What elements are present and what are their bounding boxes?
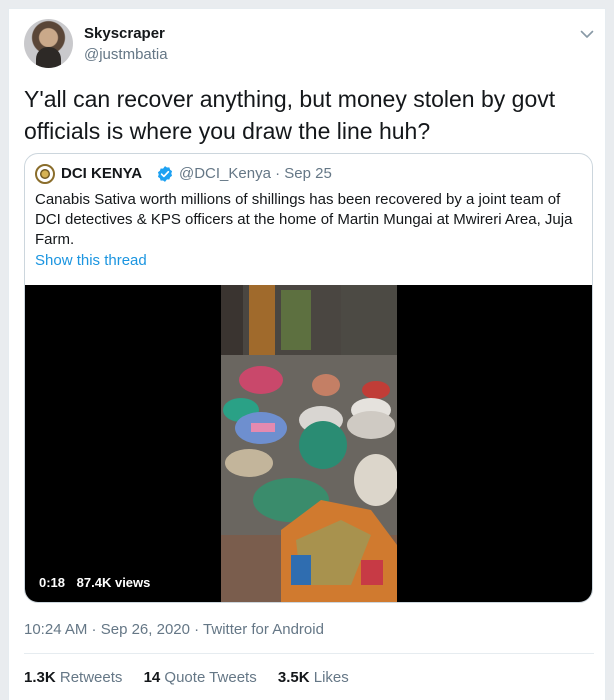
engagement-stats: 1.3K Retweets 14 Quote Tweets 3.5K Likes — [24, 669, 366, 686]
quoted-tweet-date[interactable]: Sep 25 — [284, 165, 332, 182]
video-views: 87.4K views — [76, 575, 151, 590]
tweet-header: Skyscraper @justmbatia — [24, 19, 594, 69]
tweet-card: Skyscraper @justmbatia Y'all can recover… — [8, 8, 606, 700]
quoted-tweet-text: Canabis Sativa worth millions of shillin… — [35, 191, 573, 248]
author-name[interactable]: Skyscraper — [84, 25, 165, 42]
chevron-down-icon[interactable] — [578, 25, 596, 43]
tweet-time[interactable]: 10:24 AM — [24, 621, 87, 638]
quoted-author-meta: @DCI_Kenya · Sep 25 — [179, 165, 332, 182]
avatar[interactable] — [24, 19, 73, 68]
likes-count: 3.5K — [277, 669, 310, 686]
quoted-author-handle: @DCI_Kenya — [179, 165, 271, 182]
quoted-author-name: DCI KENYA — [61, 165, 143, 182]
quote-tweets-stat[interactable]: 14 Quote Tweets — [144, 669, 257, 686]
verified-badge-icon — [157, 166, 173, 182]
tweet-timestamp: 10:24 AMSep 26, 2020Twitter for Android — [24, 621, 324, 638]
quote-tweets-count: 14 — [143, 669, 161, 686]
quote-tweets-label: Quote Tweets — [164, 669, 257, 686]
author-handle[interactable]: @justmbatia — [84, 46, 168, 63]
video-frame — [221, 285, 397, 602]
tweet-text: Y'all can recover anything, but money st… — [24, 86, 556, 144]
tweet-date[interactable]: Sep 26, 2020 — [87, 621, 190, 638]
quoted-author-avatar — [35, 164, 55, 184]
retweets-count: 1.3K — [24, 669, 56, 686]
show-thread-link[interactable]: Show this thread — [35, 252, 147, 269]
likes-stat[interactable]: 3.5K Likes — [278, 669, 349, 686]
video-duration: 0:18 — [39, 575, 66, 590]
likes-label: Likes — [313, 669, 349, 686]
tweet-source[interactable]: Twitter for Android — [190, 621, 324, 638]
quoted-tweet-header: DCI KENYA @DCI_Kenya · Sep 25 — [35, 164, 585, 184]
retweets-stat[interactable]: 1.3K Retweets — [24, 669, 122, 686]
divider — [24, 653, 594, 654]
meta-separator: · — [275, 165, 285, 182]
quoted-tweet[interactable]: DCI KENYA @DCI_Kenya · Sep 25 Canabis Sa… — [24, 153, 593, 603]
video-player[interactable]: 0:18 87.4K views — [25, 285, 592, 602]
video-stats: 0:18 87.4K views — [39, 575, 150, 590]
retweets-label: Retweets — [59, 669, 123, 686]
